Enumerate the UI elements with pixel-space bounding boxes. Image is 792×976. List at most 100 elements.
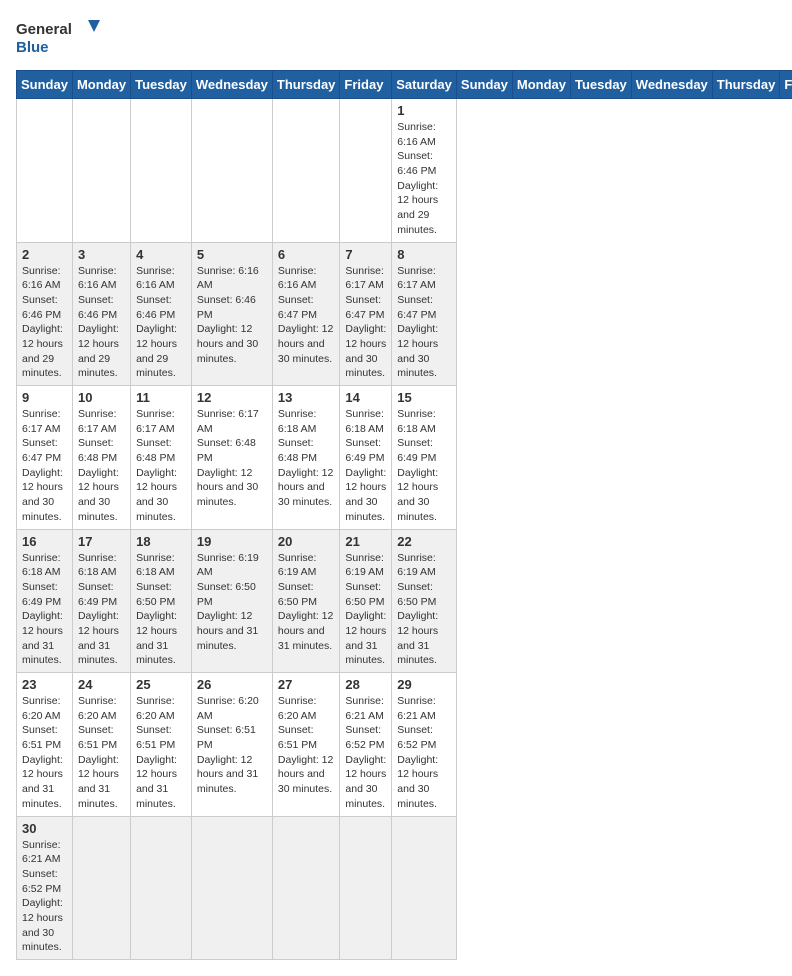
calendar-cell <box>17 99 73 243</box>
calendar-cell: 26 Sunrise: 6:20 AMSunset: 6:51 PMDayligh… <box>191 673 272 817</box>
day-number: 6 <box>278 247 335 262</box>
calendar-cell: 8 Sunrise: 6:17 AMSunset: 6:47 PMDaylight… <box>392 242 457 386</box>
calendar-cell: 23Sunrise: 6:20 AMSunset: 6:51 PMDayligh… <box>17 673 73 817</box>
calendar-cell: 24Sunrise: 6:20 AMSunset: 6:51 PMDayligh… <box>72 673 130 817</box>
calendar-cell: 27 Sunrise: 6:20 AMSunset: 6:51 PMDayligh… <box>272 673 340 817</box>
day-info: Sunrise: 6:20 AMSunset: 6:51 PMDaylight:… <box>197 694 267 797</box>
calendar-cell <box>191 99 272 243</box>
calendar-cell: 28 Sunrise: 6:21 AMSunset: 6:52 PMDayligh… <box>340 673 392 817</box>
day-number: 30 <box>22 821 67 836</box>
header-tuesday: Tuesday <box>571 71 632 99</box>
calendar-cell: 9Sunrise: 6:17 AMSunset: 6:47 PMDaylight… <box>17 386 73 530</box>
calendar-cell <box>191 816 272 960</box>
calendar-cell <box>340 99 392 243</box>
calendar-cell: 25 Sunrise: 6:20 AMSunset: 6:51 PMDayligh… <box>131 673 192 817</box>
day-info: Sunrise: 6:18 AMSunset: 6:48 PMDaylight:… <box>278 407 335 510</box>
calendar-cell <box>340 816 392 960</box>
day-number: 17 <box>78 534 125 549</box>
day-number: 11 <box>136 390 186 405</box>
calendar-cell: 30Sunrise: 6:21 AMSunset: 6:52 PMDayligh… <box>17 816 73 960</box>
calendar-cell: 13Sunrise: 6:18 AMSunset: 6:48 PMDayligh… <box>272 386 340 530</box>
page-header: General Blue <box>16 16 776 58</box>
header-thursday: Thursday <box>272 71 340 99</box>
header-tuesday: Tuesday <box>131 71 192 99</box>
day-number: 24 <box>78 677 125 692</box>
calendar-cell: 29Sunrise: 6:21 AMSunset: 6:52 PMDayligh… <box>392 673 457 817</box>
calendar-cell: 15 Sunrise: 6:18 AMSunset: 6:49 PMDayligh… <box>392 386 457 530</box>
day-info: Sunrise: 6:17 AMSunset: 6:47 PMDaylight:… <box>397 264 451 382</box>
day-number: 5 <box>197 247 267 262</box>
day-info: Sunrise: 6:16 AMSunset: 6:46 PMDaylight:… <box>22 264 67 382</box>
day-number: 12 <box>197 390 267 405</box>
header-sunday: Sunday <box>456 71 512 99</box>
calendar-cell: 16Sunrise: 6:18 AMSunset: 6:49 PMDayligh… <box>17 529 73 673</box>
day-number: 22 <box>397 534 451 549</box>
day-number: 3 <box>78 247 125 262</box>
calendar-cell <box>72 816 130 960</box>
day-number: 21 <box>345 534 386 549</box>
day-number: 23 <box>22 677 67 692</box>
calendar-cell: 3 Sunrise: 6:16 AMSunset: 6:46 PMDaylight… <box>72 242 130 386</box>
day-number: 20 <box>278 534 335 549</box>
calendar-week-row: 2 Sunrise: 6:16 AMSunset: 6:46 PMDaylight… <box>17 242 792 386</box>
calendar-cell: 10Sunrise: 6:17 AMSunset: 6:48 PMDayligh… <box>72 386 130 530</box>
day-info: Sunrise: 6:18 AMSunset: 6:49 PMDaylight:… <box>78 551 125 669</box>
calendar-cell: 2 Sunrise: 6:16 AMSunset: 6:46 PMDaylight… <box>17 242 73 386</box>
day-number: 14 <box>345 390 386 405</box>
calendar-week-row: 16Sunrise: 6:18 AMSunset: 6:49 PMDayligh… <box>17 529 792 673</box>
calendar-week-row: 23 Sunrise: 6:20 AMSunset: 6:51 PMDayligh… <box>17 673 792 817</box>
calendar-cell <box>131 816 192 960</box>
day-number: 19 <box>197 534 267 549</box>
calendar-week-row: 30Sunrise: 6:21 AMSunset: 6:52 PMDayligh… <box>17 816 792 960</box>
calendar-cell: 20Sunrise: 6:19 AMSunset: 6:50 PMDayligh… <box>272 529 340 673</box>
calendar-cell <box>72 99 130 243</box>
day-info: Sunrise: 6:17 AMSunset: 6:47 PMDaylight:… <box>22 407 67 525</box>
day-number: 26 <box>197 677 267 692</box>
day-number: 27 <box>278 677 335 692</box>
logo-icon: General Blue <box>16 16 106 58</box>
day-number: 18 <box>136 534 186 549</box>
calendar-cell: 5 Sunrise: 6:16 AMSunset: 6:46 PMDaylight… <box>191 242 272 386</box>
calendar-header-row: SundayMondayTuesdayWednesdayThursdayFrid… <box>17 71 792 99</box>
header-monday: Monday <box>512 71 570 99</box>
day-number: 2 <box>22 247 67 262</box>
day-number: 15 <box>397 390 451 405</box>
day-info: Sunrise: 6:16 AMSunset: 6:46 PMDaylight:… <box>78 264 125 382</box>
day-number: 4 <box>136 247 186 262</box>
day-number: 29 <box>397 677 451 692</box>
calendar-cell: 1Sunrise: 6:16 AMSunset: 6:46 PMDaylight… <box>392 99 457 243</box>
calendar-cell: 7Sunrise: 6:17 AMSunset: 6:47 PMDaylight… <box>340 242 392 386</box>
logo: General Blue <box>16 16 106 58</box>
day-number: 28 <box>345 677 386 692</box>
calendar-cell <box>272 816 340 960</box>
day-info: Sunrise: 6:17 AMSunset: 6:48 PMDaylight:… <box>197 407 267 510</box>
day-info: Sunrise: 6:19 AMSunset: 6:50 PMDaylight:… <box>197 551 267 654</box>
day-info: Sunrise: 6:21 AMSunset: 6:52 PMDaylight:… <box>345 694 386 812</box>
day-number: 8 <box>397 247 451 262</box>
day-info: Sunrise: 6:19 AMSunset: 6:50 PMDaylight:… <box>345 551 386 669</box>
day-info: Sunrise: 6:20 AMSunset: 6:51 PMDaylight:… <box>136 694 186 812</box>
calendar-cell: 22 Sunrise: 6:19 AMSunset: 6:50 PMDayligh… <box>392 529 457 673</box>
calendar-cell: 11 Sunrise: 6:17 AMSunset: 6:48 PMDayligh… <box>131 386 192 530</box>
calendar-week-row: 1Sunrise: 6:16 AMSunset: 6:46 PMDaylight… <box>17 99 792 243</box>
day-info: Sunrise: 6:18 AMSunset: 6:50 PMDaylight:… <box>136 551 186 669</box>
svg-text:Blue: Blue <box>16 39 49 56</box>
calendar-cell: 12 Sunrise: 6:17 AMSunset: 6:48 PMDayligh… <box>191 386 272 530</box>
header-sunday: Sunday <box>17 71 73 99</box>
calendar-cell: 4 Sunrise: 6:16 AMSunset: 6:46 PMDaylight… <box>131 242 192 386</box>
day-number: 10 <box>78 390 125 405</box>
day-info: Sunrise: 6:16 AMSunset: 6:46 PMDaylight:… <box>136 264 186 382</box>
header-saturday: Saturday <box>392 71 457 99</box>
day-info: Sunrise: 6:20 AMSunset: 6:51 PMDaylight:… <box>278 694 335 797</box>
calendar-cell: 6 Sunrise: 6:16 AMSunset: 6:47 PMDaylight… <box>272 242 340 386</box>
day-info: Sunrise: 6:19 AMSunset: 6:50 PMDaylight:… <box>397 551 451 669</box>
day-number: 7 <box>345 247 386 262</box>
day-number: 25 <box>136 677 186 692</box>
header-wednesday: Wednesday <box>191 71 272 99</box>
day-info: Sunrise: 6:17 AMSunset: 6:48 PMDaylight:… <box>136 407 186 525</box>
day-info: Sunrise: 6:16 AMSunset: 6:46 PMDaylight:… <box>197 264 267 367</box>
calendar-cell <box>392 816 457 960</box>
day-info: Sunrise: 6:16 AMSunset: 6:47 PMDaylight:… <box>278 264 335 367</box>
calendar-table: SundayMondayTuesdayWednesdayThursdayFrid… <box>16 70 792 960</box>
day-info: Sunrise: 6:18 AMSunset: 6:49 PMDaylight:… <box>397 407 451 525</box>
